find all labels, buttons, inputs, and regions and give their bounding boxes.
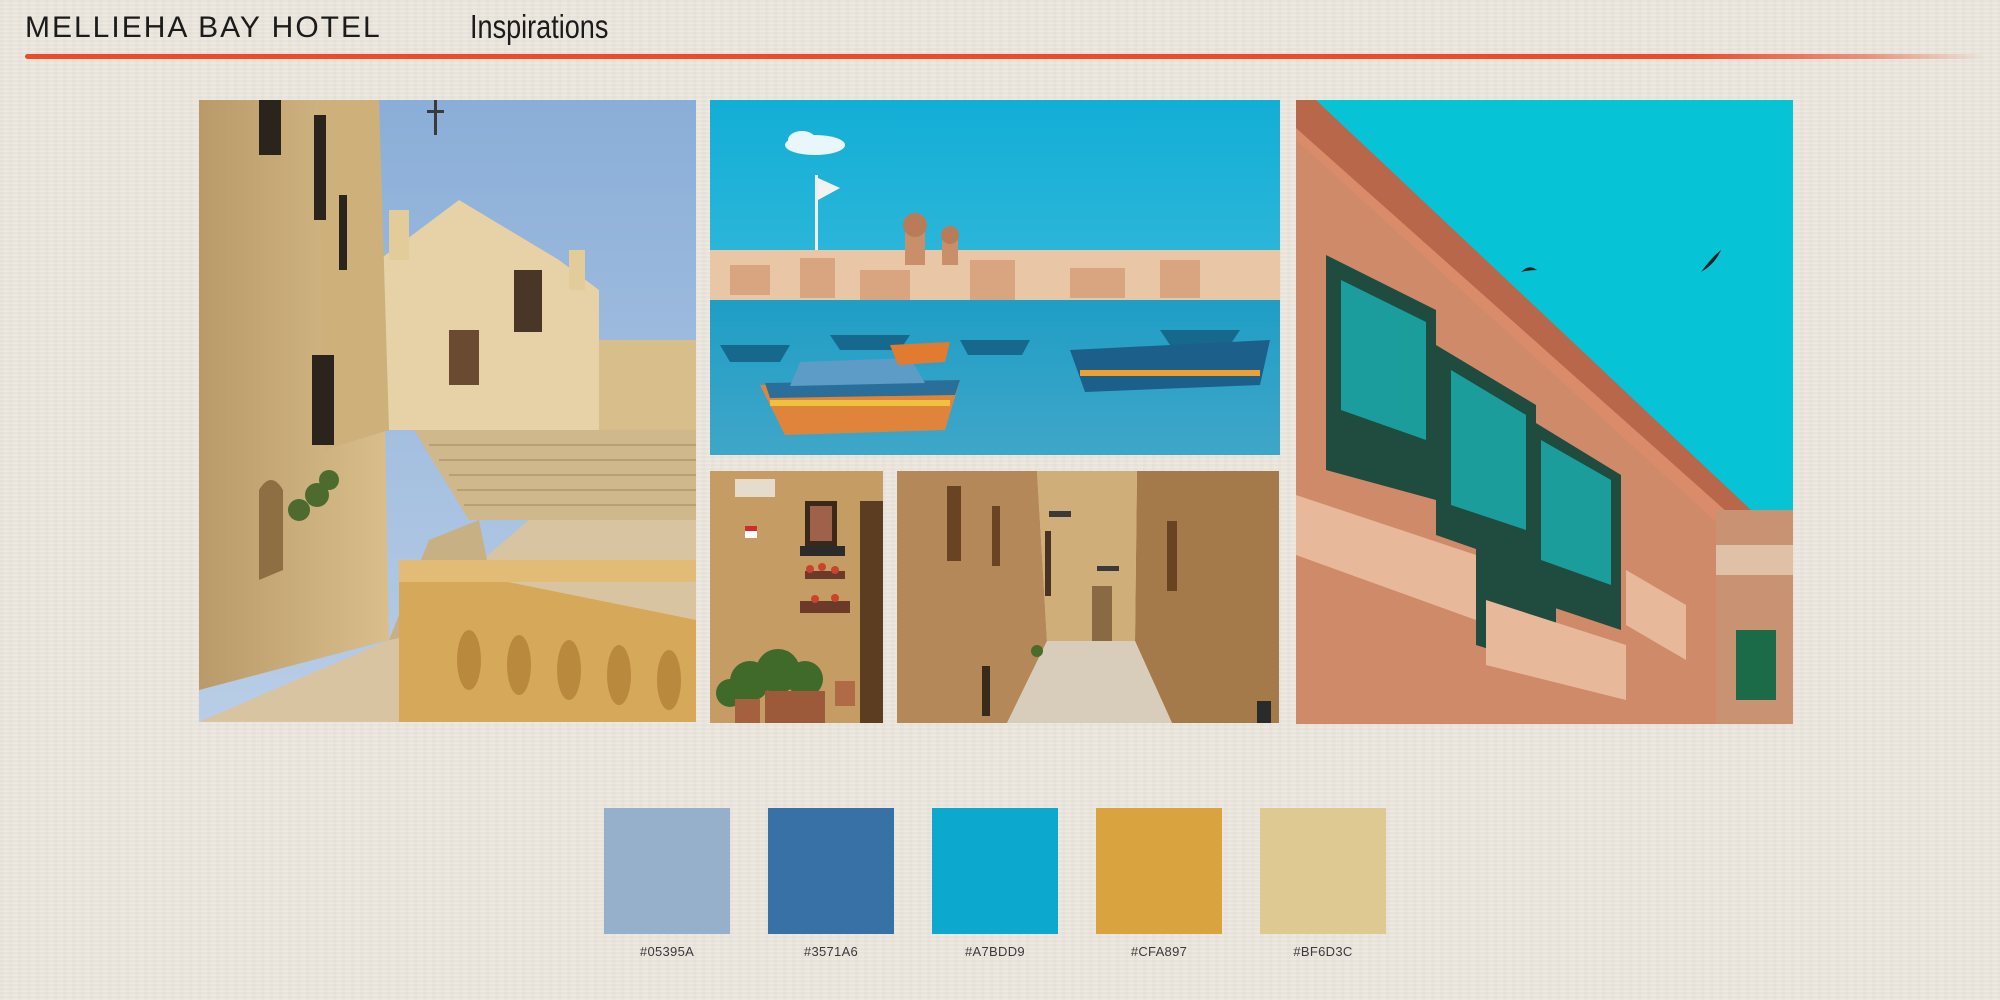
accent-divider: [25, 54, 1985, 59]
palette-swatch-4: [1096, 808, 1222, 934]
palette-label-1: #05395A: [639, 944, 695, 959]
palette-label-5: #BF6D3C: [1293, 944, 1353, 959]
palette-swatch-1: [604, 808, 730, 934]
palette-swatch-2: [768, 808, 894, 934]
photo-cathedral-square: [199, 100, 696, 722]
photo-harbor-boats: [710, 100, 1280, 455]
palette-swatch-5: [1260, 808, 1386, 934]
palette-label-2: #3571A6: [803, 944, 859, 959]
brand-logo: MELLIEHA BAY HOTEL: [25, 11, 382, 44]
palette-swatch-3: [932, 808, 1058, 934]
photo-narrow-alley: [897, 471, 1279, 723]
palette-label-3: #A7BDD9: [965, 944, 1025, 959]
palette-label-4: #CFA897: [1130, 944, 1188, 959]
photo-balconies: [1296, 100, 1793, 724]
header: MELLIEHA BAY HOTEL Inspirations: [0, 0, 2000, 64]
page-title: Inspirations: [470, 8, 609, 45]
photo-wall-shrine: [710, 471, 883, 723]
